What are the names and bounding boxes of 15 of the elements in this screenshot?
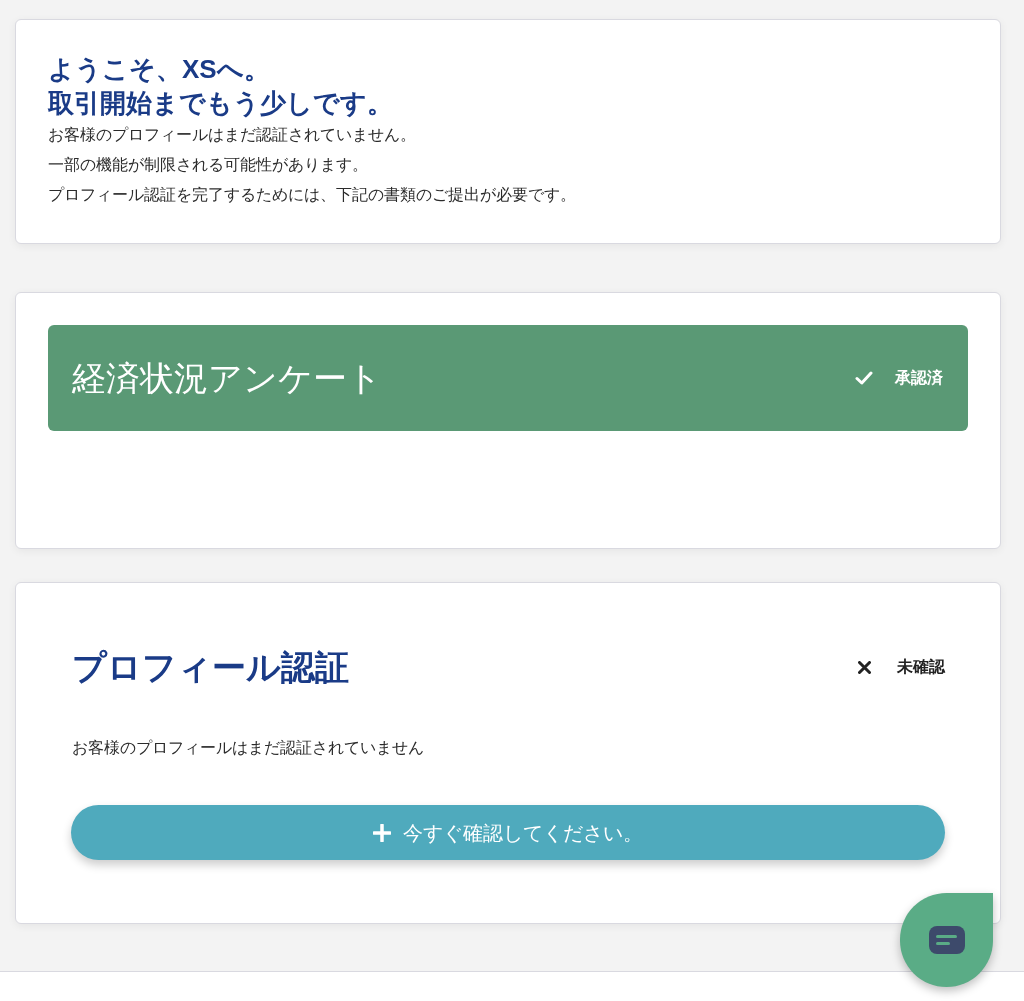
chat-icon xyxy=(928,926,965,954)
notice-text: お客様のプロフィールはまだ認証されていません。 xyxy=(48,125,416,145)
section-title: 経済状況アンケート xyxy=(72,358,382,399)
description-text: お客様のプロフィールはまだ認証されていません xyxy=(71,738,424,758)
check-icon xyxy=(855,371,873,385)
welcome-heading: 取引開始までもう少しです。 xyxy=(48,87,393,120)
status-label: 承認済 xyxy=(895,368,943,388)
notice-text: プロフィール認証を完了するためには、下記の書類のご提出が必要です。 xyxy=(48,185,576,205)
section-title: プロフィール認証 xyxy=(72,647,349,688)
close-icon xyxy=(858,660,871,674)
verify-button[interactable]: 今すぐ確認してください。 xyxy=(71,805,945,860)
status-label: 未確認 xyxy=(897,657,945,677)
plus-icon xyxy=(373,823,391,842)
welcome-heading: ようこそ、XSへ。 xyxy=(48,53,270,86)
notice-text: 一部の機能が制限される可能性があります。 xyxy=(48,155,368,175)
